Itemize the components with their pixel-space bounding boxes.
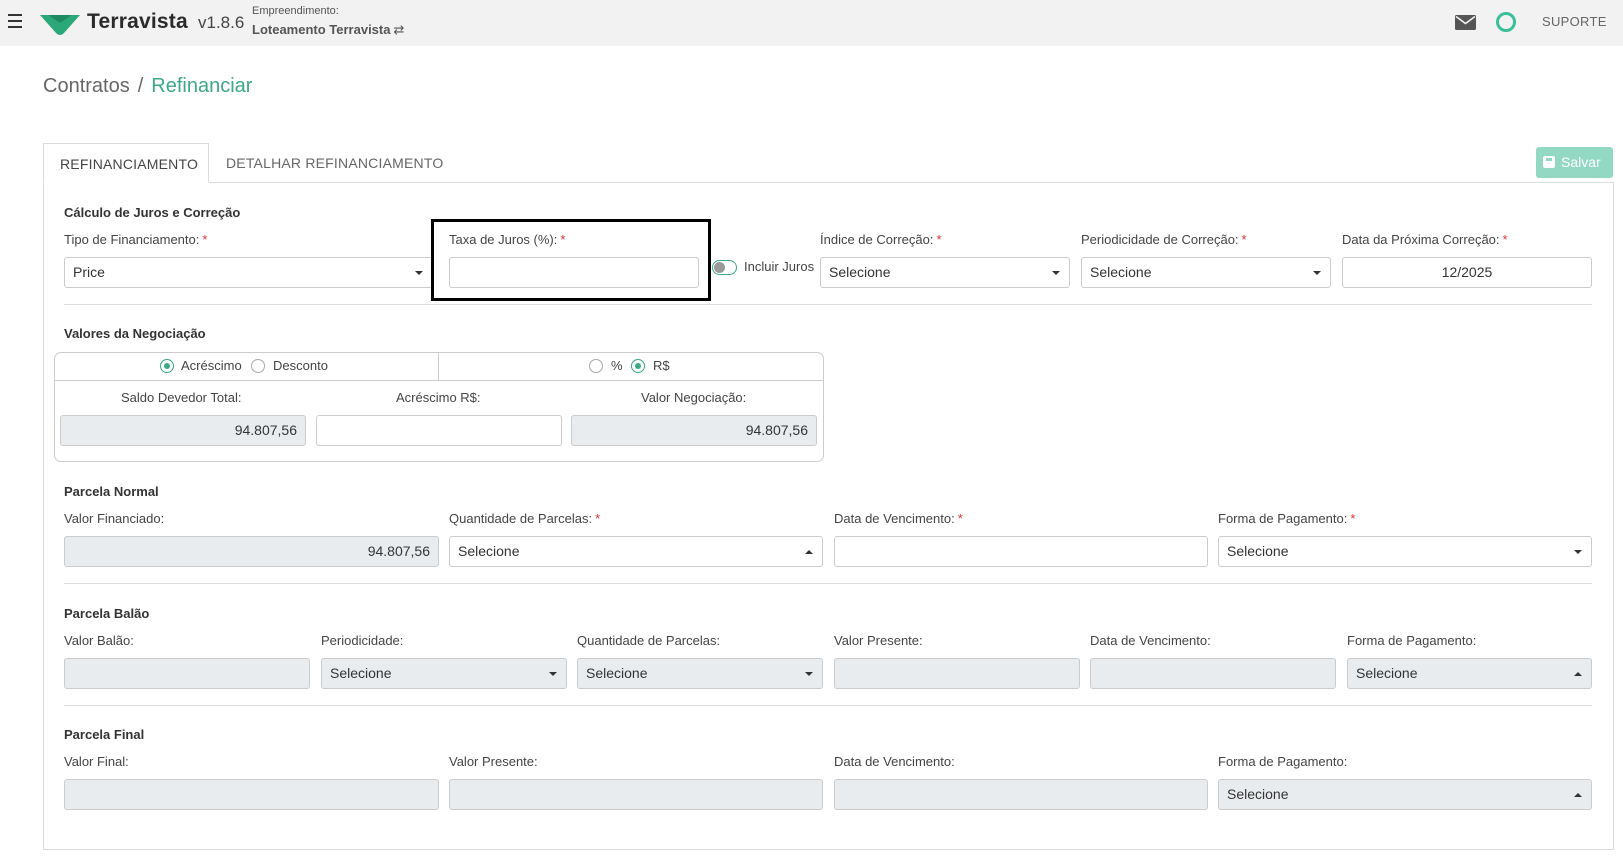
valor-negociacao-label: Valor Negociação: [641,390,747,405]
divider [64,705,1592,706]
saldo-devedor-label: Saldo Devedor Total: [121,390,242,405]
top-bar: Terravista v1.8.6 Empreendimento: Loteam… [0,0,1623,46]
section-parcela-final-title: Parcela Final [64,727,145,742]
brand-name: Terravista [87,10,188,33]
valor-balao-field [64,658,310,689]
empreendimento-switcher[interactable]: Loteamento Terravista ⇄ [252,22,404,38]
balao-quantidade-label: Quantidade de Parcelas: [577,633,721,648]
balao-vencimento-label: Data de Vencimento: [1090,633,1211,648]
tipo-financiamento-label: Tipo de Financiamento: * [64,232,208,247]
balao-quantidade-select: Selecione [577,658,823,689]
save-button[interactable]: Salvar [1536,147,1613,178]
breadcrumb: Contratos / Refinanciar [43,75,252,98]
chevron-down-icon [415,271,423,275]
tab-refinanciamento[interactable]: REFINANCIAMENTO [43,143,209,183]
balao-valor-presente-label: Valor Presente: [834,633,923,648]
acrescimo-label: Acréscimo [181,358,242,373]
divider [64,304,1592,305]
data-vencimento-label: Data de Vencimento: * [834,511,963,526]
valor-financiado-label: Valor Financiado: [64,511,165,526]
final-forma-pagamento-label: Forma de Pagamento: [1218,754,1348,769]
toggle-knob [714,262,725,273]
final-vencimento-field [834,779,1208,810]
balao-periodicidade-select: Selecione [321,658,567,689]
valor-negociacao-field: 94.807,56 [571,415,817,446]
acrescimo-radio[interactable] [160,359,174,373]
valor-final-label: Valor Final: [64,754,129,769]
acrescimo-rs-input[interactable] [316,415,562,446]
terravista-logo-icon [40,15,80,35]
negociacao-separator [438,352,439,380]
periodicidade-correcao-label: Periodicidade de Correção: * [1081,232,1247,247]
empreendimento-name: Loteamento Terravista [252,22,391,37]
percent-radio[interactable] [589,359,603,373]
support-link[interactable]: SUPORTE [1542,14,1607,29]
section-calculo-title: Cálculo de Juros e Correção [64,205,241,220]
data-proxima-correcao-label: Data da Próxima Correção: * [1342,232,1508,247]
section-parcela-normal-title: Parcela Normal [64,484,159,499]
balao-forma-pagamento-select: Selecione [1347,658,1592,689]
empreendimento-label: Empreendimento: [252,5,339,17]
desconto-radio[interactable] [251,359,265,373]
incluir-juros-label: Incluir Juros [744,259,815,274]
floppy-icon [1543,156,1555,168]
highlight-box [431,219,711,301]
indice-correcao-select[interactable]: Selecione [820,257,1070,288]
final-valor-presente-label: Valor Presente: [449,754,538,769]
valor-financiado-field: 94.807,56 [64,536,439,567]
save-label: Salvar [1561,154,1601,170]
breadcrumb-separator: / [137,75,144,97]
breadcrumb-current: Refinanciar [151,75,253,97]
final-forma-pagamento-select: Selecione [1218,779,1592,810]
indice-correcao-label: Índice de Correção: * [820,232,942,247]
reais-label: R$ [653,358,670,373]
balao-forma-pagamento-label: Forma de Pagamento: [1347,633,1477,648]
mail-icon[interactable] [1455,15,1476,30]
reais-radio[interactable] [631,359,645,373]
periodicidade-correcao-select[interactable]: Selecione [1081,257,1331,288]
quantidade-parcelas-select[interactable]: Selecione [449,536,823,567]
swap-icon: ⇄ [393,22,405,37]
tipo-financiamento-select[interactable]: Price [64,257,433,288]
section-parcela-balao-title: Parcela Balão [64,606,150,621]
balao-periodicidade-label: Periodicidade: [321,633,404,648]
app-version: v1.8.6 [198,13,245,32]
section-negociacao-title: Valores da Negociação [64,326,206,341]
chevron-down-icon [1574,550,1582,554]
percent-label: % [611,358,623,373]
chevron-up-icon [1574,793,1582,797]
breadcrumb-contratos[interactable]: Contratos [43,75,130,97]
acrescimo-rs-label: Acréscimo R$: [396,390,481,405]
balao-valor-presente-field [834,658,1080,689]
valor-final-field [64,779,439,810]
forma-pagamento-label: Forma de Pagamento: * [1218,511,1356,526]
chevron-down-icon [805,672,813,676]
desconto-label: Desconto [273,358,328,373]
chevron-up-icon [1574,672,1582,676]
chevron-up-icon [805,550,813,554]
chevron-down-icon [1052,271,1060,275]
chevron-down-icon [549,672,557,676]
data-proxima-correcao-input[interactable]: 12/2025 [1342,257,1592,288]
balao-vencimento-field [1090,658,1336,689]
quantidade-parcelas-label: Quantidade de Parcelas: * [449,511,601,526]
valor-balao-label: Valor Balão: [64,633,134,648]
tab-detalhar-refinanciamento[interactable]: DETALHAR REFINANCIAMENTO [210,143,459,183]
chevron-down-icon [1313,271,1321,275]
divider [64,583,1592,584]
menu-icon[interactable] [8,14,22,28]
final-vencimento-label: Data de Vencimento: [834,754,955,769]
incluir-juros-toggle[interactable] [712,260,737,275]
final-valor-presente-field [449,779,823,810]
data-vencimento-input[interactable] [834,536,1208,567]
negociacao-separator [54,380,824,381]
status-ring-icon[interactable] [1496,12,1516,32]
saldo-devedor-field: 94.807,56 [60,415,306,446]
forma-pagamento-select[interactable]: Selecione [1218,536,1592,567]
